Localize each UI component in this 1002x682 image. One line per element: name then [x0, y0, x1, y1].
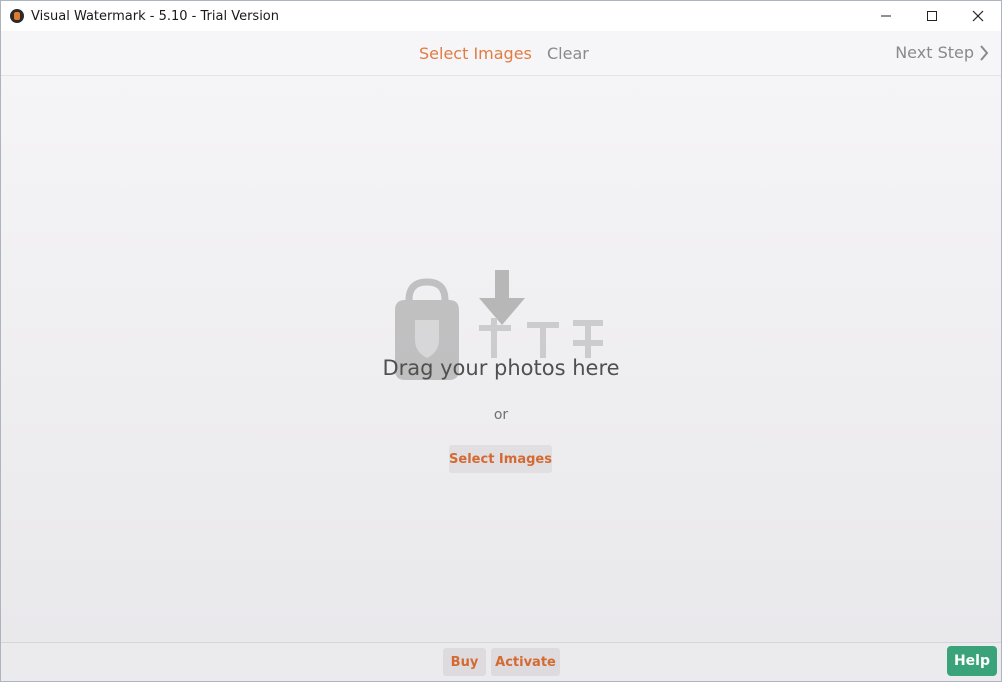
app-window: Visual Watermark - 5.10 - Trial Version [0, 0, 1002, 682]
close-icon [972, 10, 984, 22]
close-button[interactable] [955, 1, 1001, 31]
buy-button[interactable]: Buy [443, 648, 486, 676]
maximize-button[interactable] [909, 1, 955, 31]
top-toolbar: Select Images Clear Next Step [1, 31, 1001, 76]
chevron-right-icon [980, 44, 989, 61]
clear-link[interactable]: Clear [547, 44, 589, 63]
window-controls [863, 1, 1001, 31]
activate-button[interactable]: Activate [491, 648, 560, 676]
bottom-bar: Buy Activate Help [1, 642, 1001, 681]
next-step-button[interactable]: Next Step [895, 43, 989, 62]
or-separator: or [493, 407, 509, 423]
minimize-button[interactable] [863, 1, 909, 31]
minimize-icon [881, 15, 891, 17]
select-images-button[interactable]: Select Images [449, 445, 552, 473]
maximize-icon [927, 11, 937, 21]
drag-photos-text: Drag your photos here [382, 356, 620, 380]
padlock-logo-icon [10, 9, 24, 23]
next-step-label: Next Step [895, 43, 974, 62]
window-title: Visual Watermark - 5.10 - Trial Version [31, 8, 280, 24]
title-bar: Visual Watermark - 5.10 - Trial Version [1, 1, 1001, 31]
help-button[interactable]: Help [947, 646, 997, 676]
select-images-link[interactable]: Select Images [419, 44, 532, 63]
photo-drop-zone[interactable]: Drag your photos here or Select Images [1, 76, 1001, 642]
